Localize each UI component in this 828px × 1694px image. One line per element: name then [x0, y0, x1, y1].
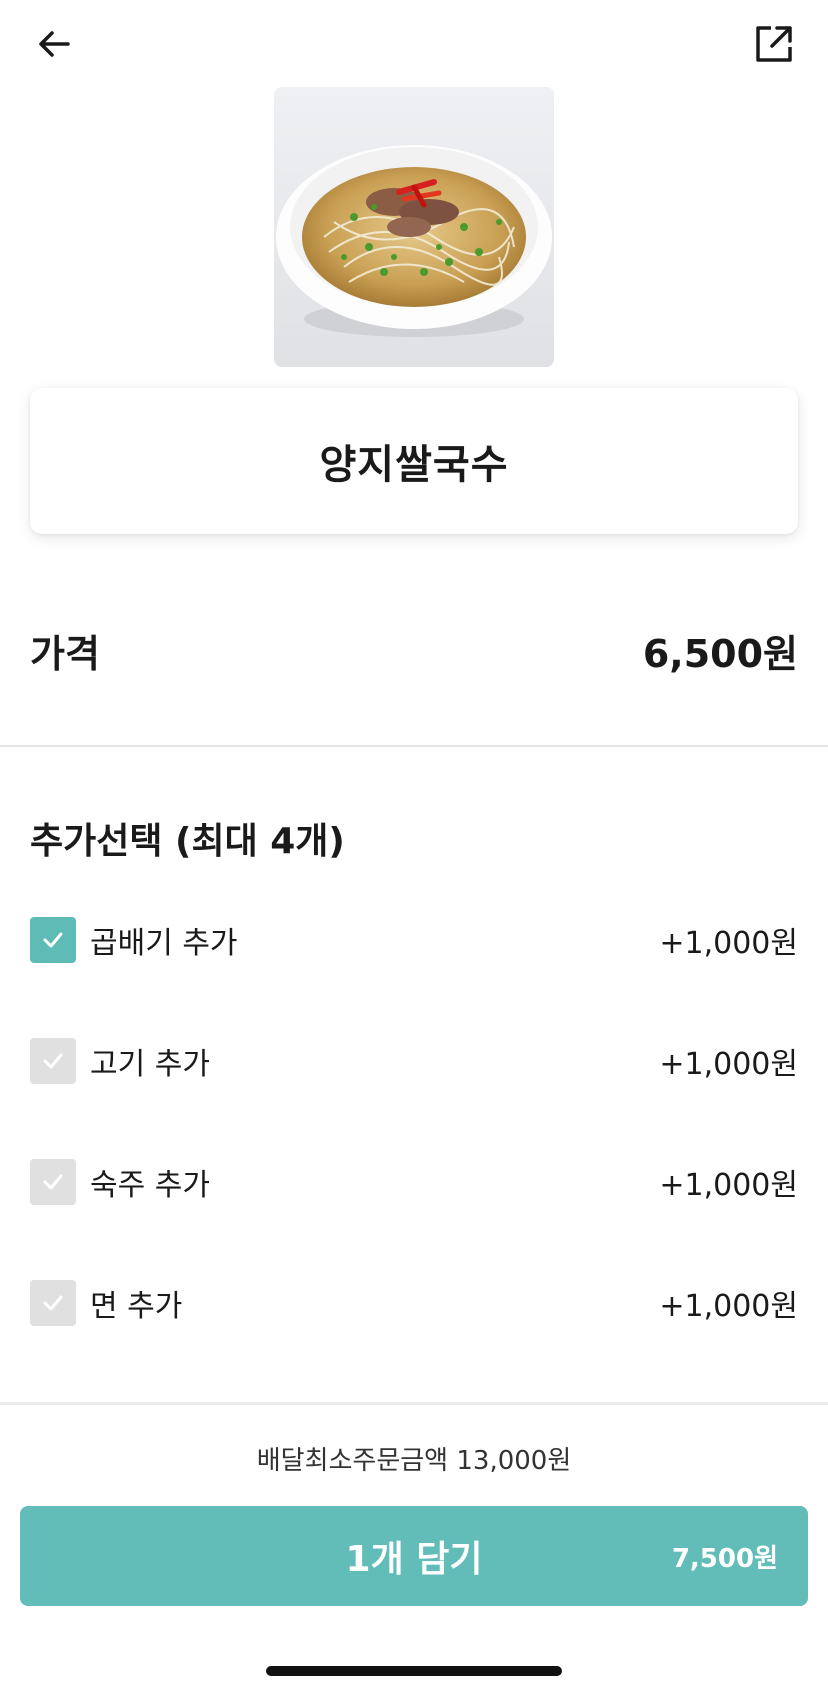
min-order-notice: 배달최소주문금액 13,000원 [256, 1446, 572, 1476]
option-price: +1,000원 [659, 1168, 798, 1203]
options-title: 추가선택 (최대 4개) [30, 821, 345, 862]
checkbox[interactable] [30, 1159, 76, 1205]
option-extra-size[interactable]: 곱배기 추가 +1,000원 [30, 910, 798, 970]
check-icon [43, 932, 63, 948]
option-label: 면 추가 [90, 1289, 183, 1324]
price-label: 가격 [30, 631, 100, 676]
option-price: +1,000원 [659, 926, 798, 961]
check-icon [43, 1053, 63, 1069]
product-name-card: 양지쌀국수 [30, 388, 798, 534]
section-divider [0, 745, 828, 747]
checkbox[interactable] [30, 1038, 76, 1084]
option-extra-sprouts[interactable]: 숙주 추가 +1,000원 [30, 1152, 798, 1212]
arrow-left-icon [39, 31, 70, 57]
checkbox[interactable] [30, 1280, 76, 1326]
price-value: 6,500원 [642, 631, 798, 676]
option-extra-noodles[interactable]: 면 추가 +1,000원 [30, 1273, 798, 1333]
option-label: 곱배기 추가 [90, 926, 238, 961]
share-external-icon [756, 26, 792, 62]
price-row: 가격 6,500원 [30, 620, 798, 680]
back-button[interactable] [24, 14, 84, 74]
add-to-cart-price: 7,500원 [671, 1543, 778, 1574]
checkbox[interactable] [30, 917, 76, 963]
product-name: 양지쌀국수 [319, 442, 509, 488]
add-to-cart-button[interactable]: 1개 담기 7,500원 [20, 1506, 808, 1606]
top-bar [0, 0, 828, 88]
product-image [274, 87, 554, 367]
check-icon [43, 1174, 63, 1190]
option-price: +1,000원 [659, 1047, 798, 1082]
home-indicator [266, 1666, 562, 1676]
footer-divider [0, 1402, 828, 1405]
check-icon [43, 1295, 63, 1311]
option-label: 고기 추가 [90, 1047, 210, 1082]
share-button[interactable] [744, 14, 804, 74]
option-label: 숙주 추가 [90, 1168, 210, 1203]
option-price: +1,000원 [659, 1289, 798, 1324]
option-extra-meat[interactable]: 고기 추가 +1,000원 [30, 1031, 798, 1091]
